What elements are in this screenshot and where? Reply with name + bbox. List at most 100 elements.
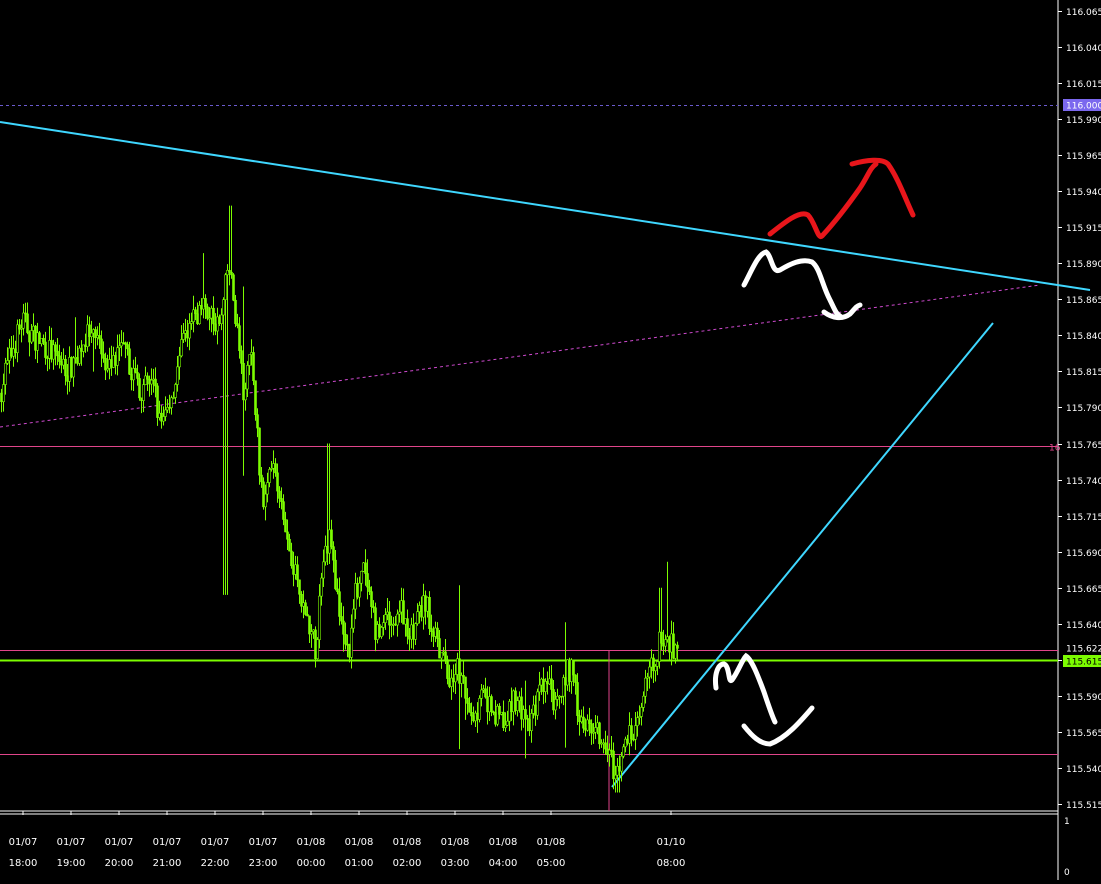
candle-body xyxy=(200,305,203,310)
candle-body xyxy=(94,329,97,338)
candle-body xyxy=(484,688,487,698)
candle-body xyxy=(122,342,125,344)
candle-body xyxy=(582,716,585,729)
price-tag-label: 115.622 xyxy=(1066,645,1101,655)
candle-body xyxy=(120,342,123,347)
candle-body xyxy=(108,359,111,369)
candle-body xyxy=(156,385,159,418)
candle-body xyxy=(250,352,253,355)
candle-body xyxy=(126,344,129,350)
y-tick-label: 115.915 xyxy=(1066,224,1101,234)
candle-body xyxy=(604,742,607,750)
candle-body xyxy=(660,631,663,644)
candle-body xyxy=(62,358,65,366)
y-tick-label: 115.790 xyxy=(1066,404,1101,414)
candle-body xyxy=(530,713,533,732)
candle-body xyxy=(226,270,229,276)
candle-body xyxy=(322,561,325,579)
candle-body xyxy=(78,347,81,364)
candle-body xyxy=(214,323,217,332)
y-tick-label: 115.865 xyxy=(1066,296,1101,306)
x-tick-time: 04:00 xyxy=(489,858,518,869)
candle-body xyxy=(192,309,195,322)
y-tick-label: 116.065 xyxy=(1066,8,1101,18)
candle-body xyxy=(276,472,279,492)
candle-body xyxy=(360,571,363,584)
candle-body xyxy=(84,344,87,347)
candle-body xyxy=(620,755,623,772)
x-tick-time: 08:00 xyxy=(657,858,686,869)
candle-body xyxy=(242,363,245,401)
y-tick-label: 115.565 xyxy=(1066,729,1101,739)
x-tick-date: 01/08 xyxy=(537,837,566,848)
candle-body xyxy=(350,627,353,658)
candle-body xyxy=(258,427,261,476)
x-tick-date: 01/07 xyxy=(57,837,86,848)
candle-body xyxy=(2,384,5,403)
candle-body xyxy=(144,375,147,385)
candle-body xyxy=(290,550,293,566)
candle-body xyxy=(154,378,157,387)
candle-body xyxy=(266,482,269,495)
candle-body xyxy=(178,355,181,368)
x-tick-time: 22:00 xyxy=(201,858,230,869)
candle-body xyxy=(220,314,223,324)
candle-body xyxy=(636,717,639,726)
candle-body xyxy=(132,368,135,381)
candle-body xyxy=(128,348,131,375)
price-tag-label: 115.615 xyxy=(1066,658,1101,668)
candle-body xyxy=(58,355,61,362)
candle-body xyxy=(336,588,339,593)
candle-body xyxy=(468,703,471,713)
candle-body xyxy=(338,591,341,617)
x-tick-date: 01/08 xyxy=(297,837,326,848)
chart-canvas[interactable]: 16 116.065116.040116.015115.990115.96511… xyxy=(0,0,1101,880)
candle-body xyxy=(284,519,287,533)
candle-body xyxy=(194,309,197,315)
candle-body xyxy=(202,298,205,310)
candle-body xyxy=(180,339,183,357)
candle-body xyxy=(208,317,211,320)
candle-body xyxy=(614,774,617,780)
candle-body xyxy=(142,384,145,401)
y-tick-label: 115.690 xyxy=(1066,549,1101,559)
candle-body xyxy=(406,618,409,637)
candle-body xyxy=(182,333,185,340)
candle-body xyxy=(330,529,333,547)
x-tick-time: 23:00 xyxy=(249,858,278,869)
candle-body xyxy=(676,644,679,649)
candle-body xyxy=(90,332,93,337)
candle-body xyxy=(170,397,173,409)
candle-body xyxy=(396,613,399,626)
candle-body xyxy=(640,707,643,717)
candle-body xyxy=(464,676,467,699)
indicator-scale-max: 1 xyxy=(1064,817,1070,827)
price-chart[interactable]: 16 116.065 116.040 116.015 115.990 115.965 11… xyxy=(0,0,1101,880)
candle-body xyxy=(44,341,47,358)
candle-body xyxy=(218,316,221,324)
candle-body xyxy=(130,373,133,381)
candle-body xyxy=(12,348,15,357)
candle-body xyxy=(590,723,593,734)
candle-body xyxy=(148,378,151,385)
candle-body xyxy=(268,469,271,483)
candle-body xyxy=(256,414,259,429)
candle-body xyxy=(572,659,575,676)
candle-body xyxy=(440,652,443,659)
candle-body xyxy=(230,271,233,276)
price-tag-label: 116.000 xyxy=(1066,102,1101,112)
candle-body xyxy=(42,338,45,343)
candle-body xyxy=(196,313,199,325)
y-tick-label: 115.990 xyxy=(1066,116,1101,126)
y-tick-label: 116.015 xyxy=(1066,80,1101,90)
candle-body xyxy=(30,330,33,343)
candle-body xyxy=(334,559,337,590)
candle-body xyxy=(136,372,139,379)
candle-body xyxy=(538,684,541,693)
x-tick-date: 01/08 xyxy=(345,837,374,848)
candle-body xyxy=(316,639,319,660)
candle-body xyxy=(206,306,209,319)
candle-body xyxy=(188,323,191,339)
x-tick-date: 01/07 xyxy=(201,837,230,848)
candle-body xyxy=(64,358,67,377)
